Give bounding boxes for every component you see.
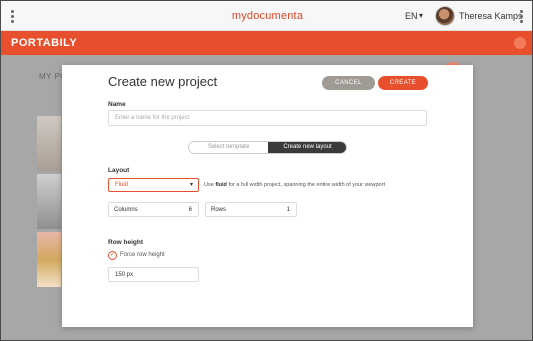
layout-select[interactable]: Fluid ▾ xyxy=(108,178,199,192)
create-project-dialog: Create new project CANCEL CREATE Name En… xyxy=(62,65,473,327)
row-height-label: Row height xyxy=(108,239,144,246)
layout-select-value: Fluid xyxy=(115,182,129,188)
tab-select-template[interactable]: Select template xyxy=(189,142,268,153)
app-window: mydocumenta EN ▾ Theresa Kamps PORTABILY… xyxy=(0,0,533,341)
avatar[interactable] xyxy=(435,6,455,26)
more-vert-icon[interactable] xyxy=(520,10,524,25)
project-thumbnail xyxy=(37,116,61,171)
chevron-down-icon: ▾ xyxy=(189,182,193,188)
cancel-button[interactable]: CANCEL xyxy=(322,76,375,90)
language-selector[interactable]: EN xyxy=(405,11,418,21)
rows-label: Rows xyxy=(211,207,227,213)
rows-value: 1 xyxy=(286,207,290,213)
background-thumbnails xyxy=(37,116,61,296)
columns-label: Columns xyxy=(114,207,138,213)
layout-label: Layout xyxy=(108,167,130,174)
create-button[interactable]: CREATE xyxy=(378,76,428,90)
columns-value: 6 xyxy=(188,207,192,213)
project-name-input[interactable]: Enter a name for the project xyxy=(108,110,427,126)
name-label: Name xyxy=(108,101,126,108)
top-bar: mydocumenta EN ▾ Theresa Kamps xyxy=(1,1,532,31)
mode-toggle: Select template Create new layout xyxy=(188,141,347,154)
row-height-input[interactable]: 150 px xyxy=(108,267,199,282)
tab-create-new-layout[interactable]: Create new layout xyxy=(268,142,346,153)
layout-hint: Use fluid for a full width project, span… xyxy=(204,182,385,188)
project-thumbnail xyxy=(37,232,61,287)
force-row-height-label: Force row height xyxy=(120,252,165,258)
dialog-title: Create new project xyxy=(108,74,218,89)
app-title: PORTABILY xyxy=(11,37,78,49)
chevron-down-icon[interactable]: ▾ xyxy=(419,11,423,20)
project-thumbnail xyxy=(37,174,61,229)
user-name[interactable]: Theresa Kamps xyxy=(459,11,523,21)
rows-field[interactable]: Rows 1 xyxy=(205,202,297,217)
appbar-action-icon[interactable] xyxy=(514,37,526,49)
columns-field[interactable]: Columns 6 xyxy=(108,202,199,217)
app-bar: PORTABILY xyxy=(1,31,532,55)
check-icon[interactable]: ✓ xyxy=(108,251,117,260)
